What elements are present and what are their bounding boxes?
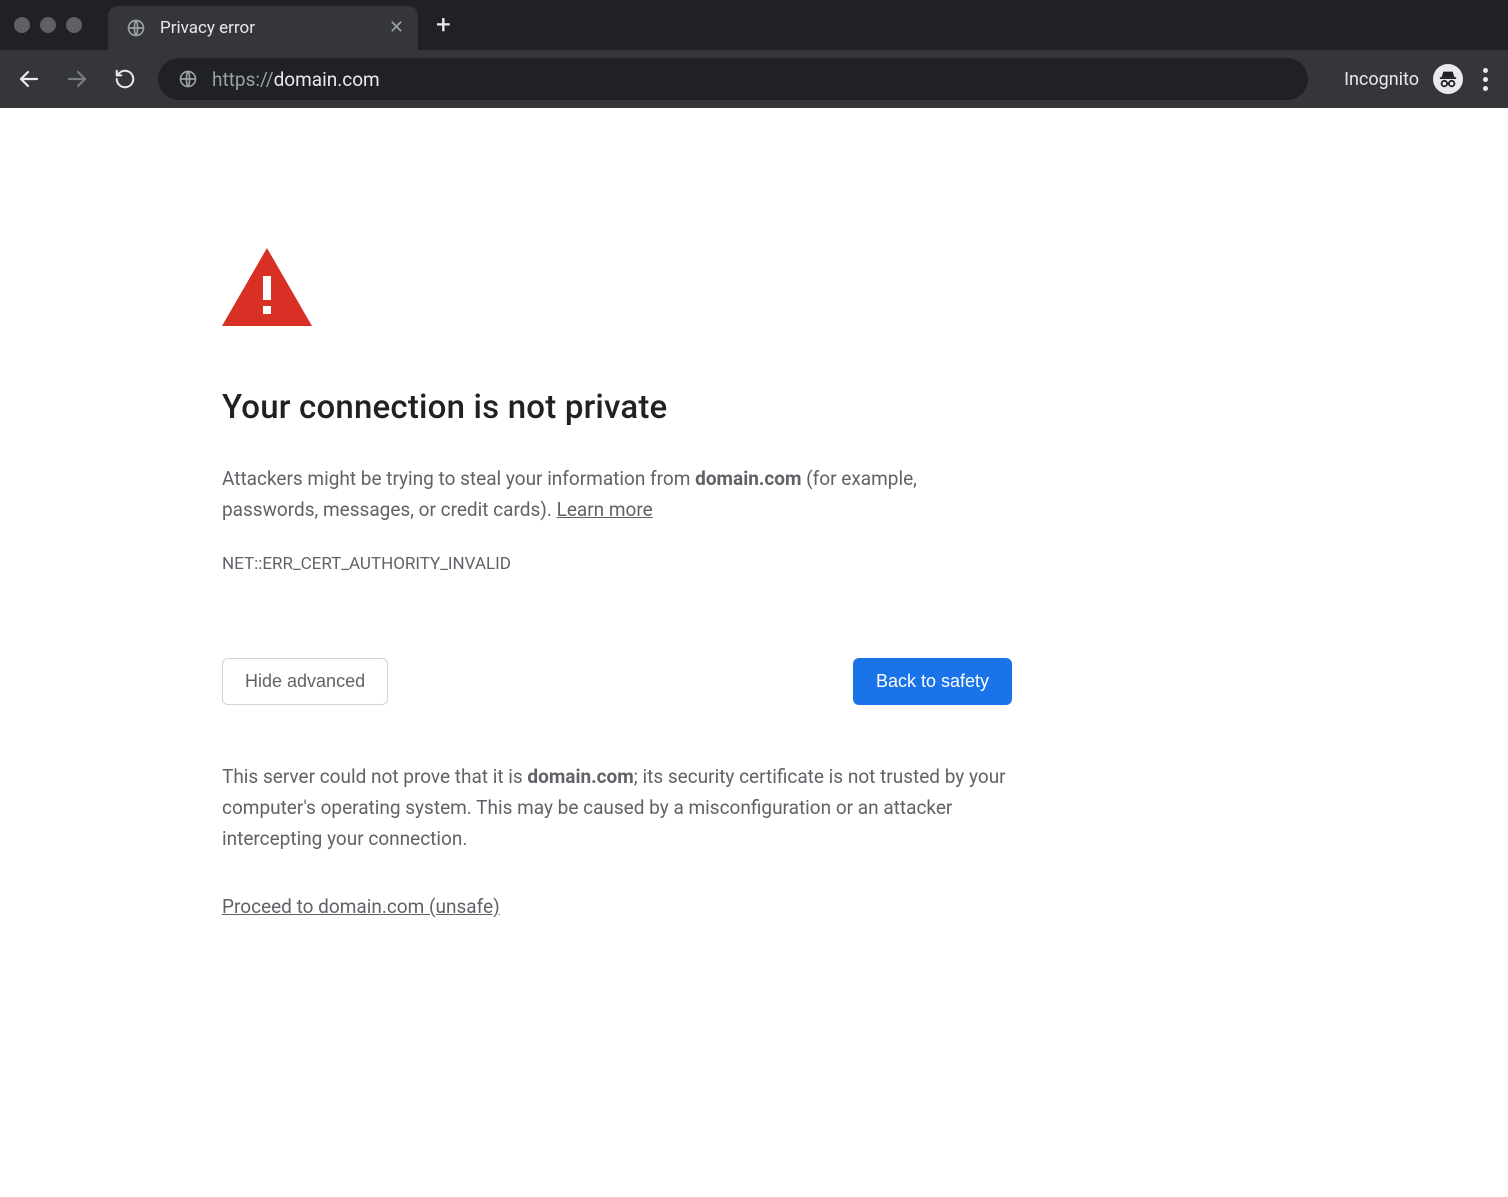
warn-text-pre: Attackers might be trying to steal your … (222, 467, 695, 490)
warning-triangle-icon (222, 248, 312, 326)
page-title: Your connection is not private (222, 388, 1012, 427)
new-tab-button[interactable]: + (436, 12, 451, 38)
window-close-dot[interactable] (14, 17, 30, 33)
toolbar-right-cluster: Incognito (1344, 64, 1494, 95)
toolbar: https://domain.com Incognito (0, 50, 1508, 108)
warn-domain: domain.com (695, 467, 801, 490)
globe-icon (126, 18, 146, 38)
warning-paragraph: Attackers might be trying to steal your … (222, 463, 1012, 526)
site-info-icon[interactable] (178, 69, 198, 89)
learn-more-link[interactable]: Learn more (557, 498, 653, 521)
tab-strip: Privacy error ✕ + (0, 0, 1508, 50)
forward-button[interactable] (62, 64, 92, 94)
hide-advanced-button[interactable]: Hide advanced (222, 658, 388, 705)
proceed-unsafe-link[interactable]: Proceed to domain.com (unsafe) (222, 895, 500, 918)
close-icon[interactable]: ✕ (389, 19, 404, 37)
adv-domain: domain.com (527, 765, 633, 788)
error-code: NET::ERR_CERT_AUTHORITY_INVALID (222, 554, 1012, 574)
ssl-interstitial: Your connection is not private Attackers… (222, 248, 1012, 918)
window-minimize-dot[interactable] (40, 17, 56, 33)
back-to-safety-button[interactable]: Back to safety (853, 658, 1012, 705)
reload-button[interactable] (110, 64, 140, 94)
url-scheme: https:// (212, 68, 274, 91)
url-text: https://domain.com (212, 68, 380, 91)
incognito-icon[interactable] (1433, 64, 1463, 94)
browser-tab[interactable]: Privacy error ✕ (108, 6, 418, 50)
back-button[interactable] (14, 64, 44, 94)
menu-button[interactable] (1477, 64, 1494, 95)
button-row: Hide advanced Back to safety (222, 658, 1012, 705)
adv-text-pre: This server could not prove that it is (222, 765, 527, 788)
window-zoom-dot[interactable] (66, 17, 82, 33)
browser-chrome: Privacy error ✕ + https://domain.com (0, 0, 1508, 108)
address-bar[interactable]: https://domain.com (158, 58, 1308, 100)
url-host: domain.com (274, 68, 380, 91)
page-content: Your connection is not private Attackers… (0, 108, 1508, 1197)
tab-title: Privacy error (160, 18, 375, 38)
window-controls (14, 17, 82, 33)
advanced-paragraph: This server could not prove that it is d… (222, 761, 1012, 855)
incognito-label: Incognito (1344, 69, 1419, 90)
